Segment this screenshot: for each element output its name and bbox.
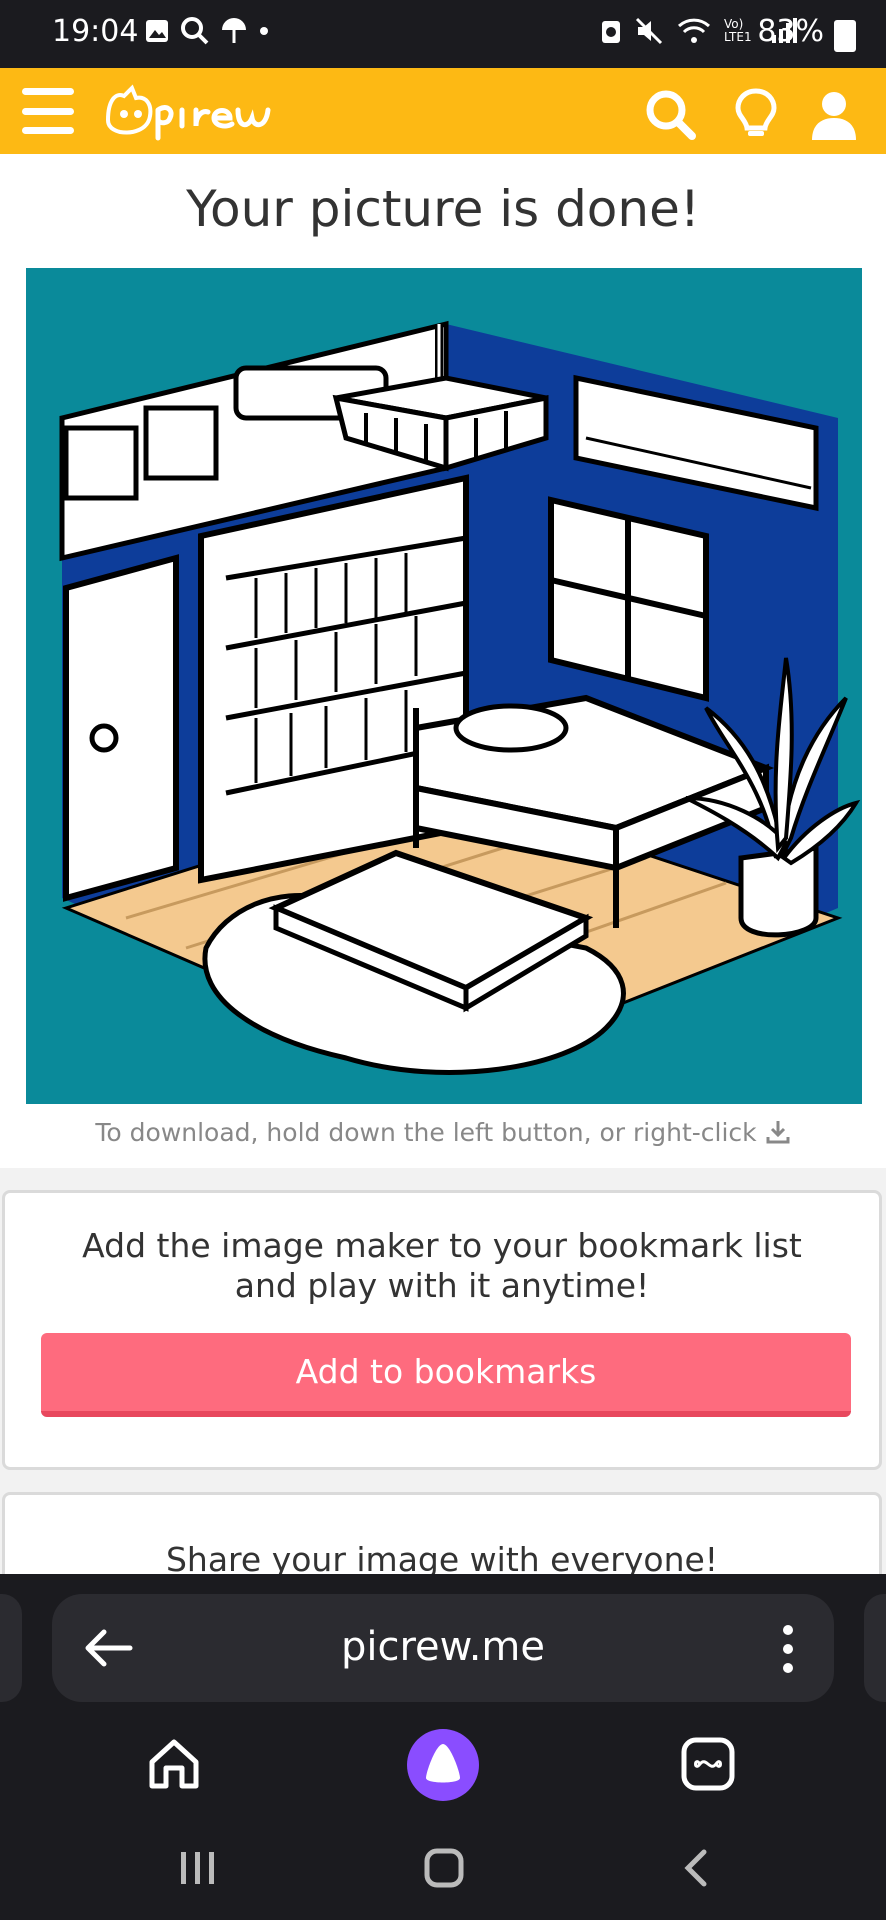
recent-apps-icon[interactable] [178,1850,218,1886]
tabs-icon[interactable] [680,1736,736,1792]
home-button-icon[interactable] [424,1848,464,1888]
site-header [0,68,886,154]
download-hint: To download, hold down the left button, … [0,1118,886,1147]
wifi-icon [677,18,711,43]
picrew-logo[interactable] [102,80,282,144]
add-to-bookmarks-button[interactable]: Add to bookmarks [41,1333,851,1417]
assistant-icon[interactable] [406,1728,480,1802]
bookmark-text-line2: and play with it anytime! [234,1266,650,1305]
download-icon [766,1121,790,1144]
battery-icon [834,20,856,52]
dot-icon [260,27,268,35]
lightbulb-icon[interactable] [728,86,784,142]
previous-tab-edge[interactable] [0,1594,22,1702]
umbrella-icon [222,18,246,43]
bookmark-text-line1: Add the image maker to your bookmark lis… [82,1226,802,1265]
user-icon[interactable] [806,86,862,142]
battery-percent: 83% [757,14,824,49]
page-title: Your picture is done! [186,180,700,238]
search-icon[interactable] [642,86,698,142]
status-bar: 19:04 Vo) LTE1 83% [0,0,886,68]
next-tab-edge[interactable] [864,1594,886,1702]
gallery-icon [146,20,168,42]
result-image[interactable] [26,268,862,1104]
status-time: 19:04 [52,14,139,49]
menu-icon[interactable] [22,88,74,134]
bookmark-card: Add the image maker to your bookmark lis… [2,1190,882,1470]
back-button-icon[interactable] [680,1848,710,1888]
search-status-icon [181,17,209,45]
url-bar[interactable]: picrew.me [52,1594,834,1702]
network-label: Vo) LTE1 [724,17,752,44]
battery-saver-icon [602,21,620,43]
more-options-icon[interactable] [782,1624,794,1674]
home-icon[interactable] [146,1736,202,1792]
mute-icon [635,17,663,45]
url-text[interactable]: picrew.me [52,1624,834,1670]
